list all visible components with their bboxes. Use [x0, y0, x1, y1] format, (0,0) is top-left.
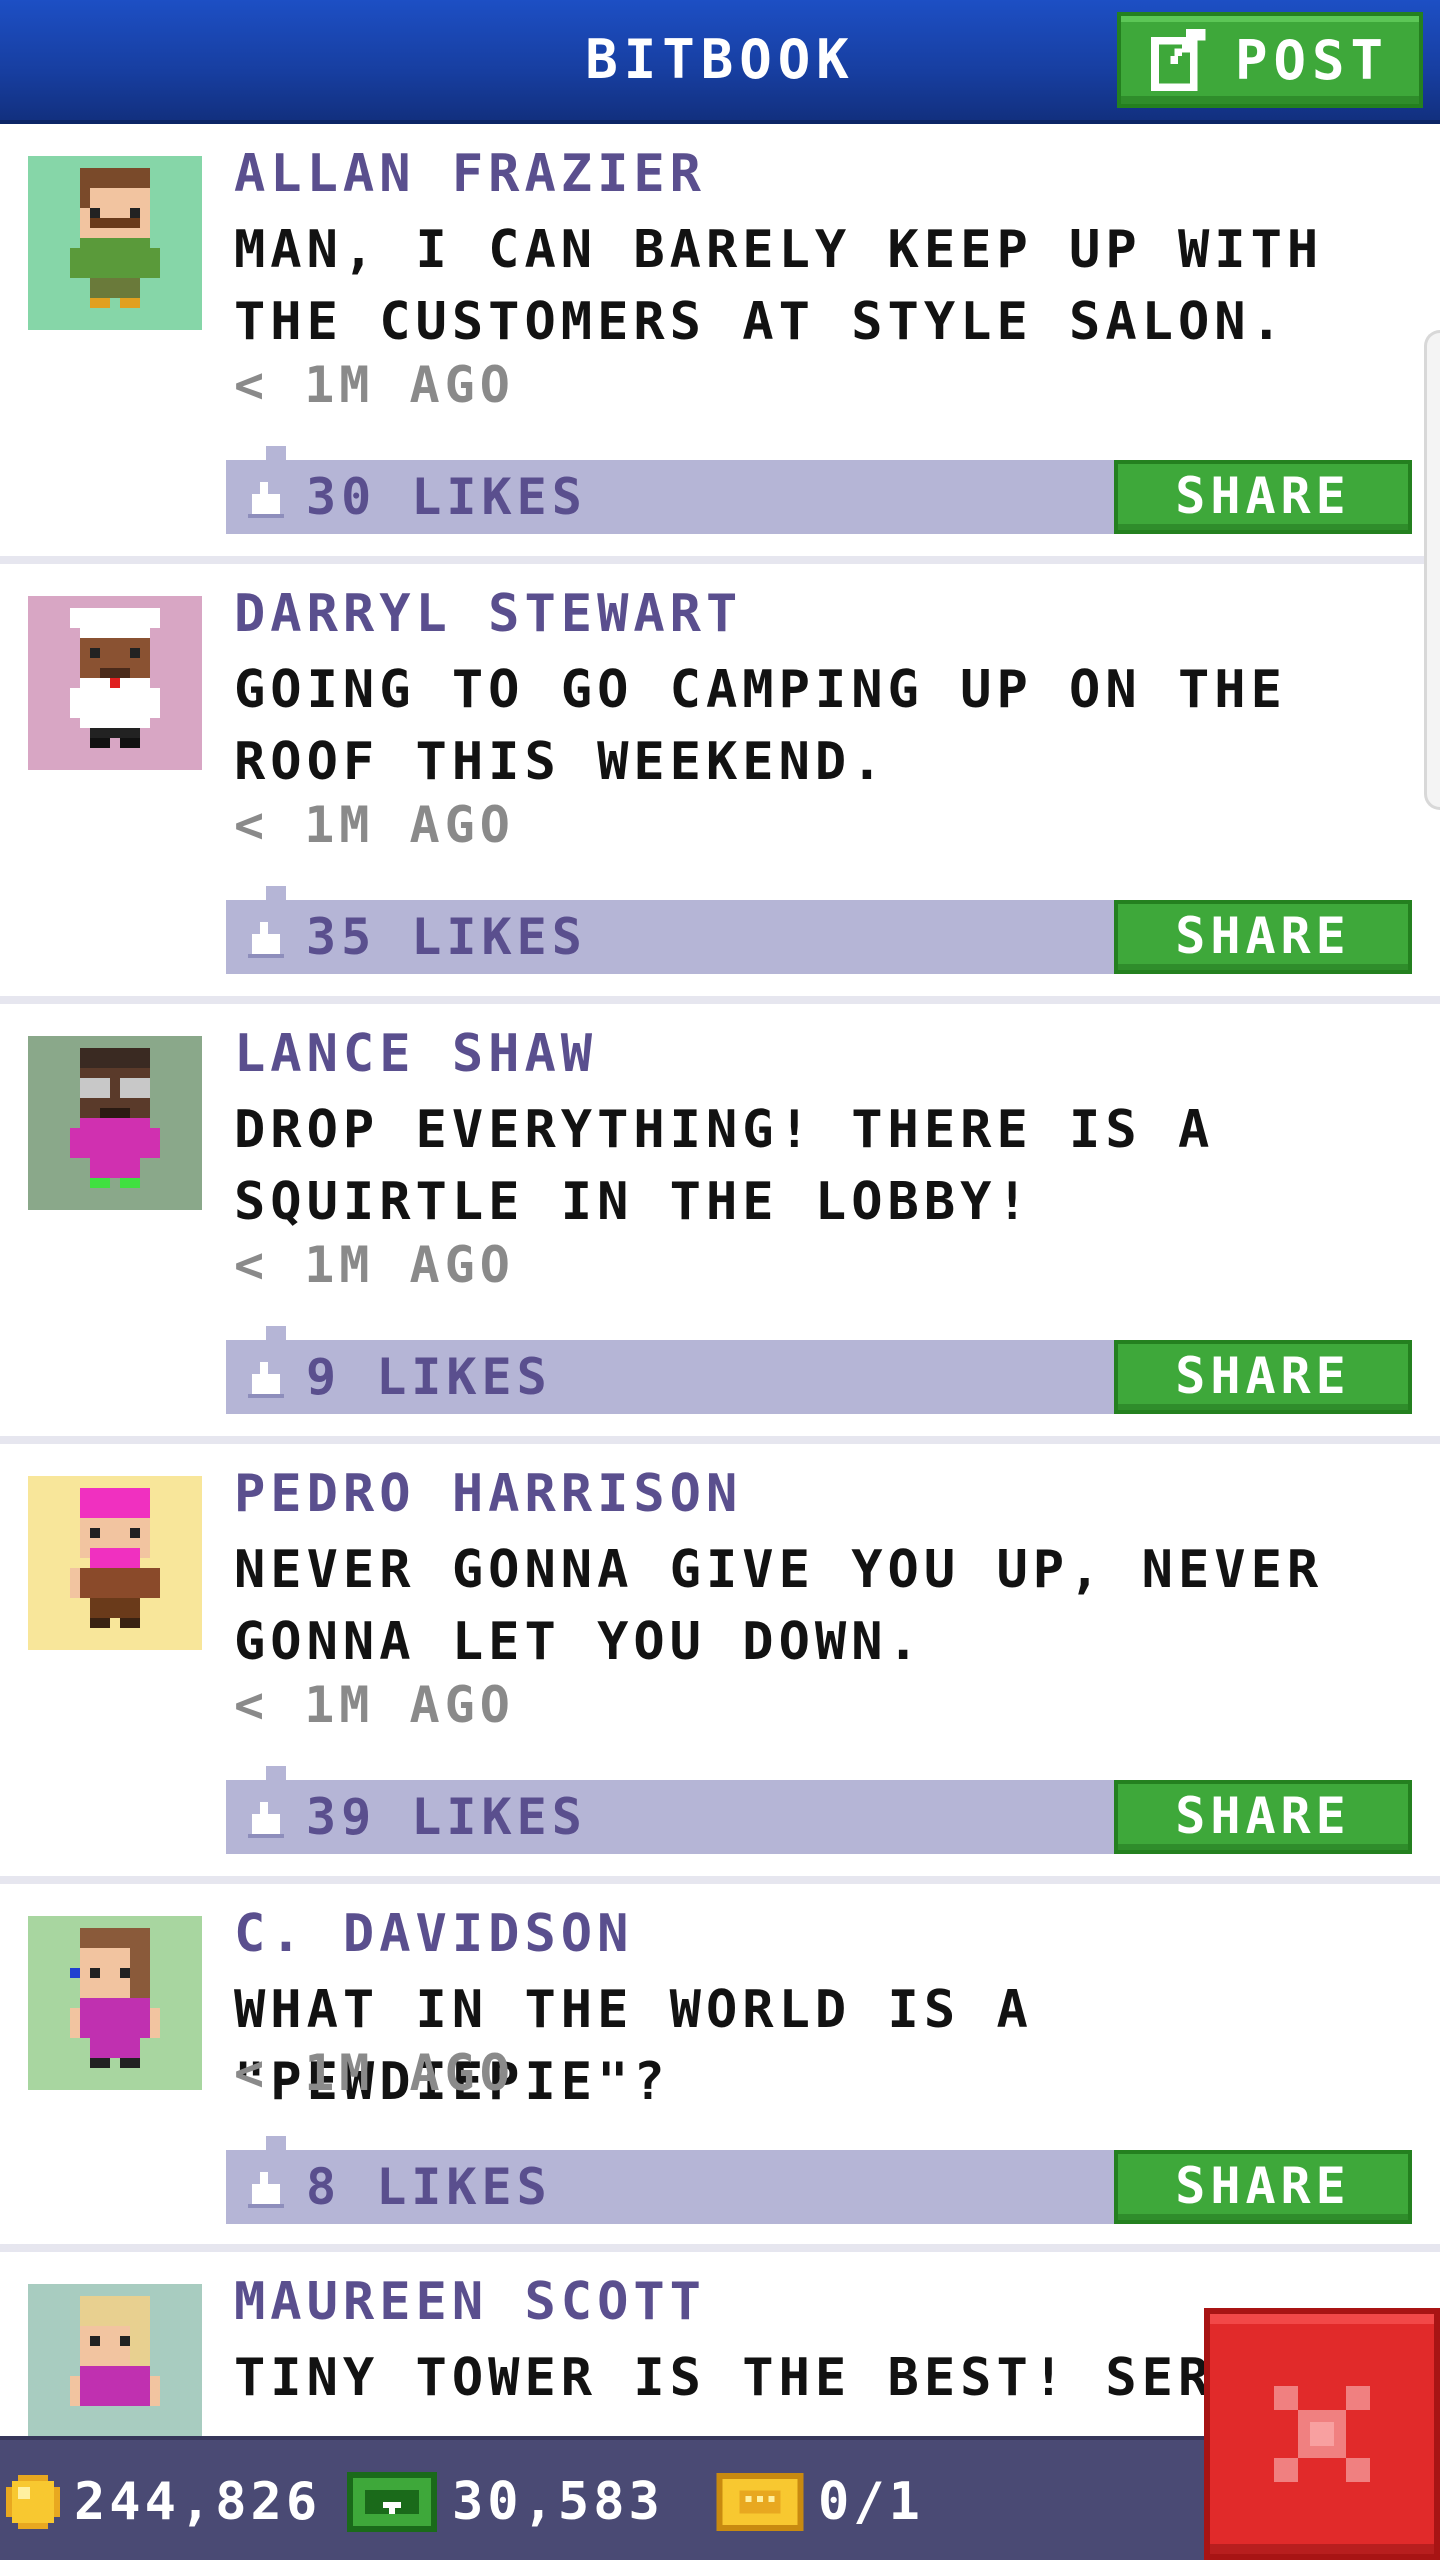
likes-count: 39 LIKES [306, 1788, 587, 1846]
post-message: NEVER GONNA GIVE YOU UP, NEVER GONNA LET… [234, 1540, 1324, 1672]
close-button[interactable] [1204, 2308, 1440, 2560]
likes-count: 30 LIKES [306, 468, 587, 526]
bux-icon [347, 2472, 437, 2532]
post-author[interactable]: PEDRO HARRISON [234, 1464, 1414, 1524]
thumbs-up-icon [248, 1802, 284, 1838]
scrollbar[interactable] [1424, 330, 1440, 810]
share-button[interactable]: SHARE [1114, 2150, 1412, 2224]
share-button[interactable]: SHARE [1114, 1780, 1412, 1854]
feed-post: ALLAN FRAZIER MAN, I CAN BARELY KEEP UP … [0, 124, 1440, 564]
chef-sprite [70, 608, 160, 748]
feed-post: PEDRO HARRISON NEVER GONNA GIVE YOU UP, … [0, 1444, 1440, 1884]
likes-count: 8 LIKES [306, 2158, 552, 2216]
feed-post: C. DAVIDSON WHAT IN THE WORLD IS A "PEWD… [0, 1884, 1440, 2252]
tickets-count: 0/1 [818, 2472, 924, 2532]
share-button[interactable]: SHARE [1114, 1340, 1412, 1414]
likes-bar: 30 LIKES SHARE [226, 446, 1412, 534]
share-button[interactable]: SHARE [1114, 460, 1412, 534]
avatar[interactable] [28, 156, 202, 330]
avatar[interactable] [28, 1916, 202, 2090]
person-sprite [70, 1048, 160, 1188]
avatar[interactable] [28, 596, 202, 770]
avatar[interactable] [28, 2284, 202, 2436]
bitbook-screen: BITBOOK POST ALLAN FRAZIER MAN, I CAN BA… [0, 0, 1440, 2560]
likes-bar: 9 LIKES SHARE [226, 1326, 1412, 1414]
person-sprite [70, 2296, 160, 2406]
post-author[interactable]: LANCE SHAW [234, 1024, 1414, 1084]
post-button[interactable]: POST [1117, 12, 1423, 108]
post-button-label: POST [1234, 28, 1390, 92]
likes-count: 9 LIKES [306, 1348, 552, 1406]
feed-post: DARRYL STEWART GOING TO GO CAMPING UP ON… [0, 564, 1440, 1004]
post-time: < 1M AGO [234, 796, 515, 854]
post-message: DROP EVERYTHING! THERE IS A SQUIRTLE IN … [234, 1100, 1215, 1232]
likes-count: 35 LIKES [306, 908, 587, 966]
person-sprite [70, 1488, 160, 1628]
post-time: < 1M AGO [234, 356, 515, 414]
top-bar: BITBOOK POST [0, 0, 1440, 124]
person-sprite [70, 168, 160, 308]
coins-count: 244,826 [74, 2472, 322, 2532]
avatar[interactable] [28, 1476, 202, 1650]
feed[interactable]: ALLAN FRAZIER MAN, I CAN BARELY KEEP UP … [0, 124, 1440, 2436]
likes-bar: 35 LIKES SHARE [226, 886, 1412, 974]
post-author[interactable]: DARRYL STEWART [234, 584, 1414, 644]
post-time: < 1M AGO [234, 2044, 515, 2102]
post-message: GOING TO GO CAMPING UP ON THE ROOF THIS … [234, 660, 1287, 792]
bux-stat: 30,583 [346, 2440, 664, 2560]
likes-bar: 8 LIKES SHARE [226, 2136, 1412, 2224]
person-sprite [70, 1928, 160, 2068]
post-author[interactable]: C. DAVIDSON [234, 1904, 1414, 1964]
thumbs-up-icon [248, 922, 284, 958]
tickets-stat: 0/1 [716, 2440, 924, 2560]
avatar[interactable] [28, 1036, 202, 1210]
share-button[interactable]: SHARE [1114, 900, 1412, 974]
likes-bar: 39 LIKES SHARE [226, 1766, 1412, 1854]
post-message: MAN, I CAN BARELY KEEP UP WITH THE CUSTO… [234, 220, 1324, 352]
ticket-icon [716, 2473, 804, 2531]
coin-icon [6, 2475, 60, 2529]
post-time: < 1M AGO [234, 1676, 515, 1734]
thumbs-up-icon [248, 1362, 284, 1398]
post-author[interactable]: ALLAN FRAZIER [234, 144, 1414, 204]
coins-stat: 244,826 [6, 2440, 321, 2560]
edit-icon [1150, 29, 1206, 91]
post-time: < 1M AGO [234, 1236, 515, 1294]
close-icon [1274, 2386, 1370, 2482]
feed-post: LANCE SHAW DROP EVERYTHING! THERE IS A S… [0, 1004, 1440, 1444]
bux-count: 30,583 [452, 2472, 664, 2532]
thumbs-up-icon [248, 2172, 284, 2208]
thumbs-up-icon [248, 482, 284, 518]
